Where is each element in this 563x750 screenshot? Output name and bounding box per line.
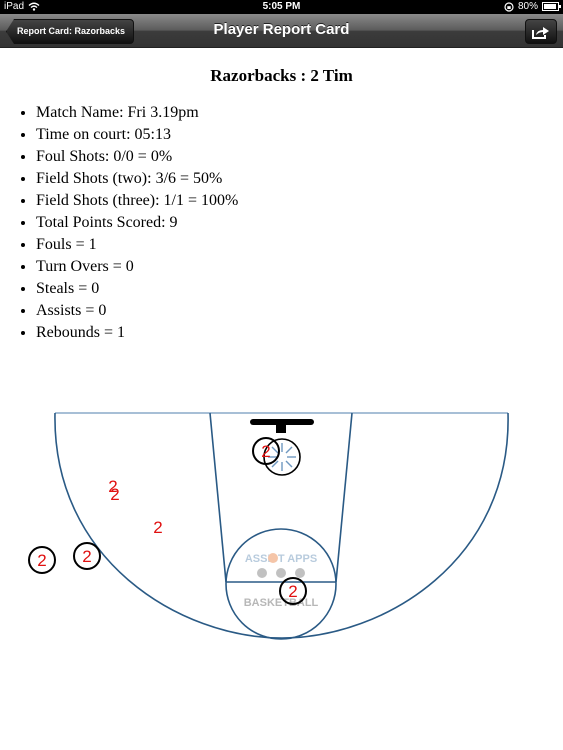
shot-markers: 22222 22 [28,437,307,605]
shot-label: 2 [261,442,270,461]
stat-item: Steals = 0 [36,278,563,300]
stat-item: Time on court: 05:13 [36,124,563,146]
shot-label: 2 [110,485,119,504]
status-time: 5:05 PM [262,1,301,12]
share-button[interactable] [525,19,557,44]
stat-item: Fouls = 1 [36,234,563,256]
stat-item: Field Shots (three): 1/1 = 100% [36,190,563,212]
logo-bottom-text: BASKETBALL [244,597,319,609]
shot-marker-made: 2 [73,542,101,570]
assist-apps-logo: ASSIST APPS BASKETBALL [244,553,319,609]
rotation-lock-icon [504,1,514,12]
battery-icon [542,2,561,11]
shot-label: 2 [153,518,162,537]
stat-item: Assists = 0 [36,300,563,322]
stat-item: Rebounds = 1 [36,322,563,344]
share-icon [532,26,549,39]
stat-item: Match Name: Fri 3.19pm [36,102,563,124]
report-heading: Razorbacks : 2 Tim [210,66,353,85]
lane-left [209,412,227,583]
report-content: Razorbacks : 2 Tim Match Name: Fri 3.19p… [0,48,563,344]
battery-percent: 80% [517,1,538,12]
shot-marker-missed: 2 [153,518,162,537]
shot-marker-made: 2 [279,577,307,605]
stat-item: Field Shots (two): 3/6 = 50% [36,168,563,190]
shot-label: 2 [82,547,91,566]
backboard-icon [250,419,314,433]
shot-chart-court: ASSIST APPS BASKETBALL 22222 22 [28,412,509,640]
stats-list: Match Name: Fri 3.19pm Time on court: 05… [0,102,563,344]
stat-item: Total Points Scored: 9 [36,212,563,234]
stat-item: Turn Overs = 0 [36,256,563,278]
status-right: 80% [504,1,561,12]
shot-marker-made: 2 [28,546,56,574]
stat-item: Foul Shots: 0/0 = 0% [36,146,563,168]
logo-top-text: ASSIST APPS [245,553,317,565]
navigation-bar: Report Card: Razorbacks Player Report Ca… [0,14,563,48]
lane-right [335,412,353,583]
page-title: Player Report Card [213,21,350,38]
shot-label: 2 [288,582,297,601]
shot-label: 2 [37,551,46,570]
shot-marker-missed: 2 [110,485,119,504]
status-bar: iPad 5:05 PM 80% [0,0,563,14]
